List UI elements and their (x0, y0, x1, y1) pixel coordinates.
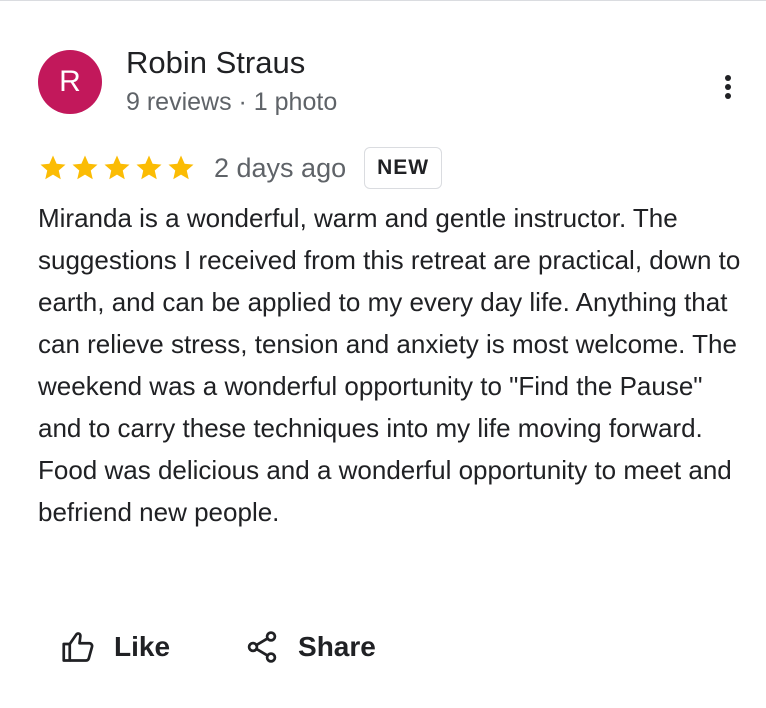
review-actions: Like Share (60, 629, 450, 665)
star-icon (136, 155, 162, 180)
star-icon (72, 155, 98, 180)
review-date: 2 days ago (214, 152, 347, 183)
star-icon (104, 155, 130, 180)
new-badge: NEW (364, 147, 443, 189)
author-info: Robin Straus 9 reviews · 1 photo (126, 43, 337, 119)
author-meta: 9 reviews · 1 photo (126, 88, 338, 116)
star-icon (40, 155, 66, 180)
more-options-button[interactable] (708, 67, 748, 107)
like-label: Like (114, 631, 171, 662)
review-card: R Robin Straus 9 reviews · 1 photo 2 day… (0, 0, 766, 708)
avatar[interactable]: R (38, 50, 102, 114)
thumb-up-icon (62, 632, 94, 662)
star-icon (168, 155, 194, 180)
review-text: Miranda is a wonderful, warm and gentle … (38, 203, 741, 527)
share-icon (247, 631, 277, 663)
share-label: Share (298, 631, 376, 662)
more-vert-icon (725, 75, 731, 99)
avatar-initial: R (59, 65, 81, 98)
author-name[interactable]: Robin Straus (126, 43, 337, 83)
star-rating (38, 153, 198, 183)
like-button[interactable]: Like (60, 629, 170, 665)
rating-row: 2 days ago NEW (38, 147, 443, 189)
share-button[interactable]: Share (244, 629, 376, 665)
